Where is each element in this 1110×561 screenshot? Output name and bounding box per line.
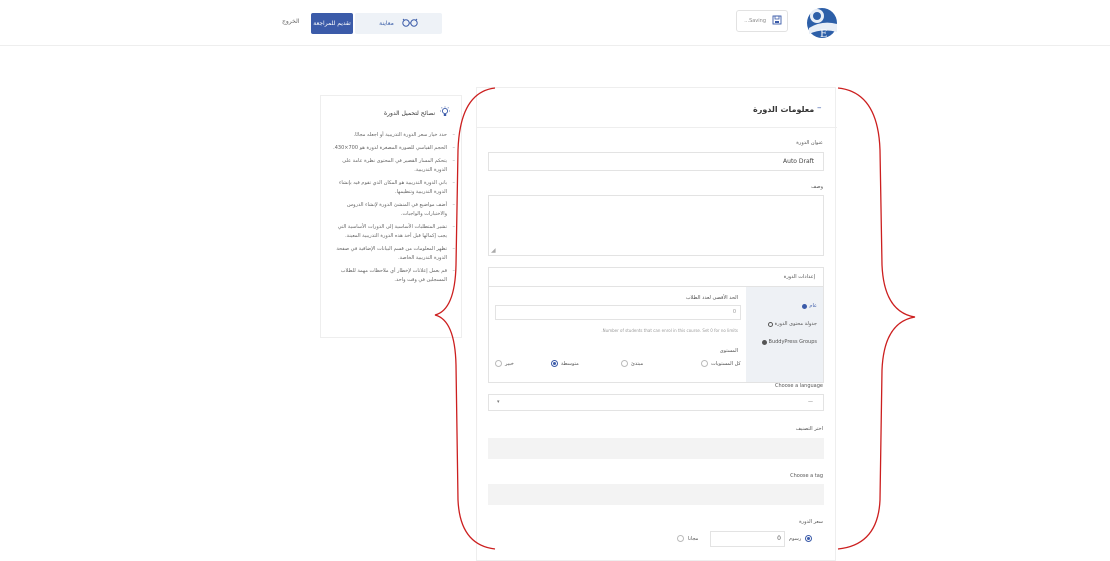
price-input[interactable]: 0 [710,531,785,547]
description-textarea[interactable]: ◢ [488,195,824,256]
level-option-expert[interactable]: خبير [495,360,514,367]
tip-item: الحجم القياسي للصورة المصغرة لدورة هو 70… [331,144,455,153]
tab-buddypress-groups[interactable]: BuddyPress Groups [761,339,817,345]
description-label: وصف [811,184,823,190]
preview-label: معاينة [379,20,394,27]
level-option-label: مبتدئ [631,360,644,367]
tip-item: قم بعمل إعلانات لإخطار أي ملاحظات مهمة ل… [331,267,455,285]
divider [477,127,837,128]
svg-text:E: E [820,29,827,40]
max-students-label: الحد الأقصى لعدد الطلاب [685,295,738,301]
course-info-card: – معلومات الدورة عنوان الدورة Auto Draft… [476,87,837,561]
chevron-down-icon: ▾ [497,399,500,405]
level-option-all[interactable]: كل المستويات [701,360,741,367]
radio[interactable] [495,360,502,367]
settings-tabs: عام جدولة محتوى الدورة BuddyPress Groups [746,287,823,382]
site-logo[interactable]: E [803,6,843,40]
max-students-input[interactable]: 0 [495,305,741,320]
radio[interactable] [621,360,628,367]
tab-general[interactable]: عام [802,303,817,309]
tip-item: أضف مواضيع في المنشئ الدورة لإنشاء الدرو… [331,201,455,219]
right-brace [837,87,916,550]
price-type-free[interactable]: مجانا [677,535,698,542]
tip-item: يتحكم المسار القصير في المحتوى نظرة عامة… [331,157,455,175]
section-title: معلومات الدورة [753,105,815,114]
save-icon [772,15,782,27]
radio-selected[interactable] [551,360,558,367]
level-option-intermediate[interactable]: متوسطة [551,360,579,367]
free-label: مجانا [688,535,699,542]
language-selected-value: — [808,399,813,405]
radio-selected[interactable] [805,535,813,542]
tab-content-drip-label: جدولة محتوى الدورة [774,321,817,327]
tip-item: حدد خيار سعر الدورة التدريبية أو اجعله م… [331,131,455,140]
submit-for-review-button[interactable]: تقديم للمراجعة [311,13,353,34]
save-draft-button[interactable]: ...Saving [736,10,788,32]
max-students-help: .Number of students that can enrol in th… [601,328,738,333]
tips-list: حدد خيار سعر الدورة التدريبية أو اجعله م… [331,131,455,289]
level-option-beginner[interactable]: مبتدئ [621,360,643,367]
radio[interactable] [677,535,684,542]
exit-link[interactable]: الخروج [282,18,299,25]
tab-general-label: عام [809,303,817,309]
tip-item: باني الدورة التدريبية هو المكان الذي تقو… [331,179,455,197]
course-title-label: عنوان الدورة [796,140,823,146]
settings-header: إعدادات الدورة [489,268,823,287]
top-bar: E ...Saving معاينة تقديم للمراجعة الخروج [0,0,1110,46]
tag-label: Choose a tag [790,473,823,479]
lightbulb-icon [439,106,451,120]
upload-tips-card: نصائح لتحميل الدورة حدد خيار سعر الدورة … [320,95,462,338]
tab-content-drip[interactable]: جدولة محتوى الدورة [767,321,817,327]
settings-title: إعدادات الدورة [783,274,815,280]
tip-item: تشير المتطلبات الأساسية إلى الدورات الأس… [331,223,455,241]
groups-icon [761,339,767,345]
category-select[interactable] [488,438,824,459]
language-label: Choose a language [775,383,823,389]
preview-button[interactable]: معاينة [355,13,442,34]
tips-header: نصائح لتحميل الدورة [384,106,451,120]
language-select[interactable]: ▾ — [488,394,824,411]
save-label: ...Saving [744,18,766,24]
price-type-paid[interactable]: رسوم [789,535,813,542]
tips-title: نصائح لتحميل الدورة [384,109,435,117]
clock-icon [767,321,773,327]
course-settings-box: إعدادات الدورة عام جدولة محتوى الدورة Bu… [488,267,824,383]
resize-grip-icon[interactable]: ◢ [491,247,496,254]
glasses-icon [402,18,418,29]
level-option-label: خبير [505,360,514,367]
tab-buddypress-label: BuddyPress Groups [768,339,817,345]
radio[interactable] [701,360,708,367]
level-label: المستوى [719,348,738,354]
paid-label: رسوم [789,535,802,542]
level-option-label: كل المستويات [711,360,741,367]
tip-item: تظهر المعلومات من قسم البيانات الإضافية … [331,245,455,263]
gear-icon [802,303,808,309]
category-label: اختر التصنيف [795,426,823,432]
section-collapse-toggle[interactable]: – [817,103,822,113]
tag-select[interactable] [488,484,824,505]
level-option-label: متوسطة [561,360,579,367]
price-label: سعر الدورة [799,519,823,525]
course-title-input[interactable]: Auto Draft [488,152,824,171]
